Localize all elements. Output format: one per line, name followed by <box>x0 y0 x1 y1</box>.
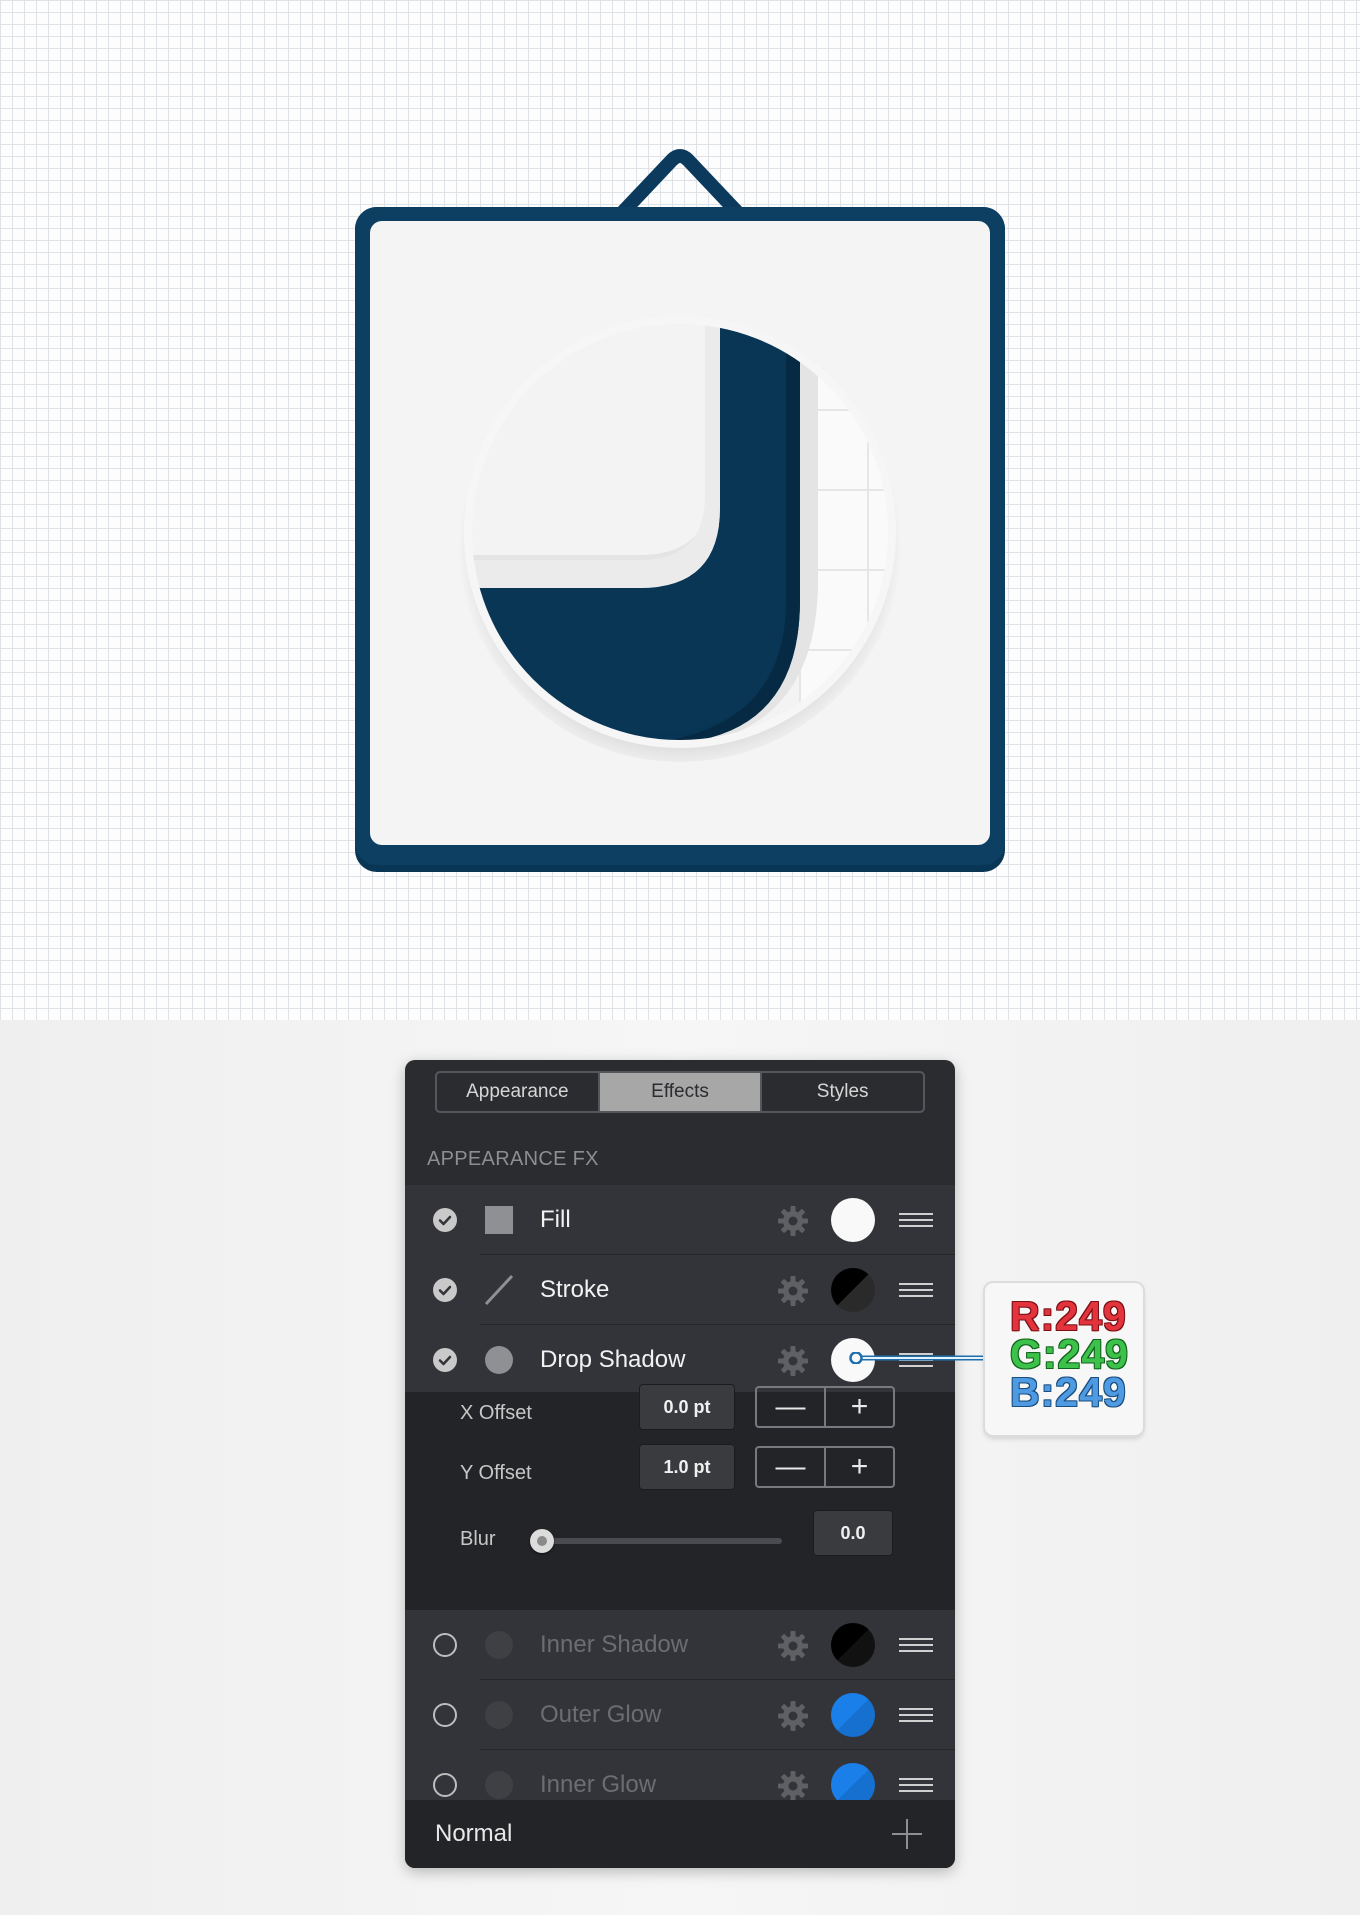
blur-label: Blur <box>460 1528 496 1550</box>
gear-icon[interactable] <box>777 1700 809 1732</box>
x-offset-stepper[interactable]: — + <box>755 1386 895 1428</box>
panel-footer: Normal <box>405 1800 955 1868</box>
gear-icon[interactable] <box>777 1275 809 1307</box>
blend-mode-select[interactable]: Normal <box>435 1800 512 1868</box>
shadow-circle-icon <box>485 1701 513 1729</box>
tab-styles[interactable]: Styles <box>762 1073 923 1111</box>
effect-label: Inner Shadow <box>540 1631 689 1658</box>
x-offset-label: X Offset <box>460 1402 532 1424</box>
callout-connector <box>849 1352 988 1364</box>
fill-color-swatch[interactable] <box>831 1198 875 1242</box>
effects-panel: Appearance Effects Styles APPEARANCE FX … <box>405 1060 955 1868</box>
gear-icon[interactable] <box>777 1205 809 1237</box>
effect-label: Stroke <box>540 1276 610 1303</box>
stroke-line-icon <box>484 1274 514 1306</box>
blur-slider-handle[interactable] <box>530 1529 554 1553</box>
effect-label: Outer Glow <box>540 1701 662 1728</box>
drag-handle-icon[interactable] <box>899 1704 933 1726</box>
y-offset-decrement[interactable]: — <box>757 1448 826 1486</box>
y-offset-label: Y Offset <box>460 1462 532 1484</box>
drop-shadow-settings: X Offset 0.0 pt — + Y Offset 1.0 pt — + … <box>405 1384 955 1610</box>
checkmark-icon <box>438 1355 452 1366</box>
outer-glow-color-swatch[interactable] <box>831 1693 875 1737</box>
shadow-circle-icon <box>485 1771 513 1799</box>
panel-tabs: Appearance Effects Styles <box>435 1071 925 1113</box>
drag-handle-icon[interactable] <box>899 1774 933 1796</box>
effect-row-outer-glow[interactable]: Outer Glow <box>405 1680 955 1750</box>
checkmark-icon <box>438 1285 452 1296</box>
tab-effects[interactable]: Effects <box>599 1073 763 1111</box>
artwork-illustration <box>355 149 1005 872</box>
blur-slider-track[interactable] <box>542 1538 782 1544</box>
gear-icon[interactable] <box>777 1770 809 1802</box>
add-effect-icon[interactable] <box>892 1819 922 1849</box>
section-title: APPEARANCE FX <box>427 1148 599 1170</box>
checkmark-icon <box>438 1215 452 1226</box>
effect-row-inner-shadow[interactable]: Inner Shadow <box>405 1610 955 1680</box>
x-offset-field[interactable]: 0.0 pt <box>639 1384 735 1430</box>
fill-checkbox[interactable] <box>433 1208 457 1232</box>
gear-icon[interactable] <box>777 1345 809 1377</box>
stroke-checkbox[interactable] <box>433 1278 457 1302</box>
y-offset-stepper[interactable]: — + <box>755 1446 895 1488</box>
inner-shadow-color-swatch[interactable] <box>831 1623 875 1667</box>
outer-glow-checkbox[interactable] <box>433 1703 457 1727</box>
gear-icon[interactable] <box>777 1630 809 1662</box>
color-value-callout: R:249 G:249 B:249 <box>985 1283 1143 1435</box>
inner-glow-checkbox[interactable] <box>433 1773 457 1797</box>
y-offset-field[interactable]: 1.0 pt <box>639 1444 735 1490</box>
drag-handle-icon[interactable] <box>899 1209 933 1231</box>
stroke-color-swatch[interactable] <box>831 1268 875 1312</box>
tab-appearance[interactable]: Appearance <box>437 1073 600 1111</box>
shadow-circle-icon <box>485 1631 513 1659</box>
fill-square-icon <box>485 1206 513 1234</box>
drag-handle-icon[interactable] <box>899 1279 933 1301</box>
y-offset-increment[interactable]: + <box>826 1448 893 1486</box>
hanger-tab <box>614 149 746 220</box>
drop-shadow-checkbox[interactable] <box>433 1348 457 1372</box>
effect-row-fill[interactable]: Fill <box>405 1185 955 1255</box>
drag-handle-icon[interactable] <box>899 1634 933 1656</box>
shadow-circle-icon <box>485 1346 513 1374</box>
inner-shadow-checkbox[interactable] <box>433 1633 457 1657</box>
effect-row-stroke[interactable]: Stroke <box>405 1255 955 1325</box>
x-offset-decrement[interactable]: — <box>757 1388 826 1426</box>
x-offset-increment[interactable]: + <box>826 1388 893 1426</box>
blur-field[interactable]: 0.0 <box>813 1510 893 1556</box>
effect-label: Fill <box>540 1206 571 1233</box>
blue-value: B:249 <box>1010 1369 1127 1415</box>
